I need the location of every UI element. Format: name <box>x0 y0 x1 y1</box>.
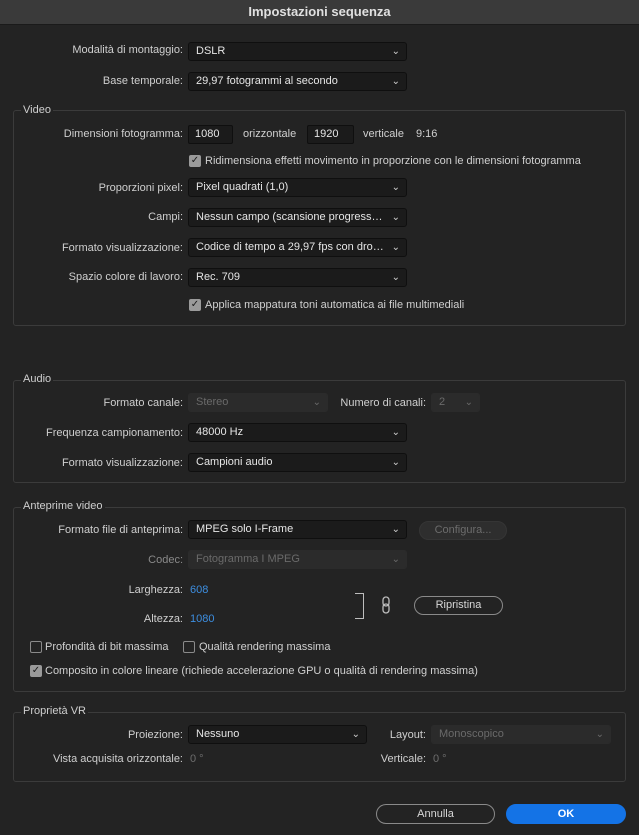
preview-height-label: Altezza: <box>143 613 183 625</box>
vr-group-title: Proprietà VR <box>21 705 88 717</box>
previews-group-title: Anteprime video <box>21 500 105 512</box>
pixel-aspect-value: Pixel quadrati (1,0) <box>196 181 289 193</box>
checkmark-icon: ✓ <box>190 155 200 166</box>
chevron-down-icon: ⌄ <box>391 524 400 535</box>
vertical-label: verticale <box>363 128 404 140</box>
video-group-title: Video <box>21 104 53 116</box>
layout-label: Layout: <box>389 729 426 741</box>
chevron-down-icon: ⌄ <box>595 729 604 740</box>
tone-mapping-label: Applica mappatura toni automatica ai fil… <box>205 299 465 311</box>
max-bit-depth-label: Profondità di bit massima <box>45 641 169 653</box>
fields-value: Nessun campo (scansione progressiva) <box>196 211 384 223</box>
ok-button[interactable]: OK <box>506 804 626 824</box>
window-title: Impostazioni sequenza <box>248 4 391 19</box>
preview-height-value[interactable]: 1080 <box>190 613 214 625</box>
chevron-down-icon: ⌄ <box>391 182 400 193</box>
window-title-bar: Impostazioni sequenza <box>0 0 639 25</box>
projection-select[interactable]: Nessuno ⌄ <box>188 725 367 744</box>
audio-display-format-value: Campioni audio <box>196 456 273 468</box>
configure-button[interactable]: Configura... <box>419 521 507 540</box>
color-space-label: Spazio colore di lavoro: <box>68 271 183 283</box>
fields-select[interactable]: Nessun campo (scansione progressiva) ⌄ <box>188 208 407 227</box>
vertical-view-label: Verticale: <box>380 753 426 765</box>
sample-rate-value: 48000 Hz <box>196 426 244 438</box>
chevron-down-icon: ⌄ <box>391 212 400 223</box>
pixel-aspect-label: Proporzioni pixel: <box>98 182 183 194</box>
channel-count-value: 2 <box>439 396 446 408</box>
channel-format-select[interactable]: Stereo ⌄ <box>188 393 328 412</box>
max-render-quality-label: Qualità rendering massima <box>199 641 331 653</box>
horizontal-label: orizzontale <box>243 128 297 140</box>
linear-color-checkbox[interactable]: ✓ <box>30 665 42 677</box>
layout-value: Monoscopico <box>439 728 504 740</box>
preview-width-label: Larghezza: <box>128 584 183 596</box>
chevron-down-icon: ⌄ <box>312 397 321 408</box>
chevron-down-icon: ⌄ <box>391 242 400 253</box>
audio-display-format-label: Formato visualizzazione: <box>61 457 183 469</box>
frame-width-input[interactable]: 1080 <box>188 125 233 144</box>
channel-count-label: Numero di canali: <box>340 397 426 409</box>
sample-rate-select[interactable]: 48000 Hz ⌄ <box>188 423 407 442</box>
scale-effects-label: Ridimensiona effetti movimento in propor… <box>205 155 581 167</box>
checkmark-icon: ✓ <box>190 299 200 310</box>
timebase-value: 29,97 fotogrammi al secondo <box>196 75 338 87</box>
scale-effects-checkbox[interactable]: ✓ <box>189 155 201 167</box>
codec-value: Fotogramma I MPEG <box>196 553 300 565</box>
editing-mode-value: DSLR <box>196 45 226 57</box>
sample-rate-label: Frequenza campionamento: <box>46 427 183 439</box>
editing-mode-select[interactable]: DSLR ⌄ <box>188 42 407 61</box>
max-bit-depth-checkbox[interactable] <box>30 641 42 653</box>
aspect-ratio-text: 9:16 <box>416 128 438 140</box>
chain-link-icon[interactable] <box>381 596 391 614</box>
preview-format-select[interactable]: MPEG solo I-Frame ⌄ <box>188 520 407 539</box>
video-display-format-value: Codice di tempo a 29,97 fps con drop-... <box>196 241 384 253</box>
channel-count-select[interactable]: 2 ⌄ <box>431 393 480 412</box>
codec-select[interactable]: Fotogramma I MPEG ⌄ <box>188 550 407 569</box>
channel-format-label: Formato canale: <box>103 397 183 409</box>
color-space-value: Rec. 709 <box>196 271 241 283</box>
link-bracket <box>355 593 364 619</box>
chevron-down-icon: ⌄ <box>391 46 400 57</box>
tone-mapping-checkbox[interactable]: ✓ <box>189 299 201 311</box>
chevron-down-icon: ⌄ <box>391 457 400 468</box>
editing-mode-label: Modalità di montaggio: <box>72 44 183 56</box>
projection-value: Nessuno <box>196 728 240 740</box>
max-render-quality-checkbox[interactable] <box>183 641 195 653</box>
audio-group-title: Audio <box>21 373 54 385</box>
chevron-down-icon: ⌄ <box>391 272 400 283</box>
preview-width-value[interactable]: 608 <box>190 584 208 596</box>
projection-label: Proiezione: <box>127 729 183 741</box>
channel-format-value: Stereo <box>196 396 229 408</box>
preview-format-label: Formato file di anteprima: <box>58 524 183 536</box>
linear-color-label: Composito in colore lineare (richiede ac… <box>45 665 478 677</box>
h-view-label: Vista acquisita orizzontale: <box>52 753 183 765</box>
vr-group <box>13 712 626 782</box>
layout-select[interactable]: Monoscopico ⌄ <box>431 725 611 744</box>
h-view-value: 0 ° <box>190 753 204 765</box>
video-display-format-label: Formato visualizzazione: <box>61 242 183 254</box>
codec-label: Codec: <box>148 554 183 566</box>
cancel-button[interactable]: Annulla <box>376 804 495 824</box>
frame-size-label: Dimensioni fotogramma: <box>63 128 183 140</box>
vertical-view-value: 0 ° <box>433 753 447 765</box>
audio-display-format-select[interactable]: Campioni audio ⌄ <box>188 453 407 472</box>
color-space-select[interactable]: Rec. 709 ⌄ <box>188 268 407 287</box>
reset-button[interactable]: Ripristina <box>414 596 503 615</box>
chevron-down-icon: ⌄ <box>391 76 400 87</box>
chevron-down-icon: ⌄ <box>391 554 400 565</box>
checkmark-icon: ✓ <box>31 665 41 676</box>
chevron-down-icon: ⌄ <box>351 729 360 740</box>
timebase-select[interactable]: 29,97 fotogrammi al secondo ⌄ <box>188 72 407 91</box>
pixel-aspect-select[interactable]: Pixel quadrati (1,0) ⌄ <box>188 178 407 197</box>
preview-format-value: MPEG solo I-Frame <box>196 523 294 535</box>
video-display-format-select[interactable]: Codice di tempo a 29,97 fps con drop-...… <box>188 238 407 257</box>
frame-height-input[interactable]: 1920 <box>307 125 354 144</box>
fields-label: Campi: <box>148 211 183 223</box>
timebase-label: Base temporale: <box>102 75 183 87</box>
chevron-down-icon: ⌄ <box>391 427 400 438</box>
chevron-down-icon: ⌄ <box>464 397 473 408</box>
